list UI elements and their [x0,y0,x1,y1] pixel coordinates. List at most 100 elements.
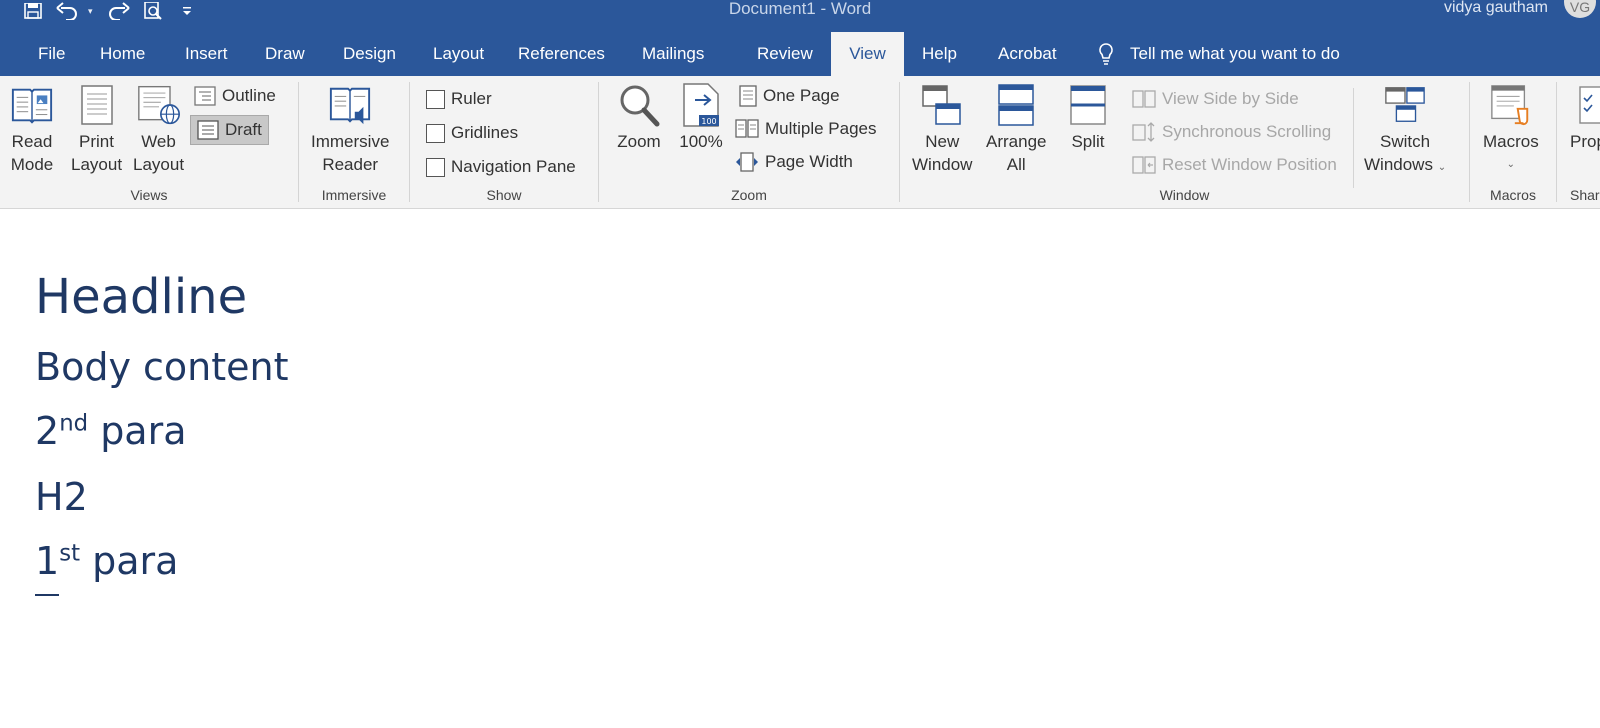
chevron-down-icon: ⌄ [1506,159,1516,170]
page-width-icon [736,152,758,172]
switch-windows-button[interactable]: Switch Windows ⌄ [1364,82,1446,179]
title-bar: ▾ Document1 - Word vidya gautham VG [0,0,1600,30]
doc-h2[interactable]: H2 [35,474,88,520]
one-page-icon [739,85,757,107]
navigation-pane-checkbox-box[interactable] [426,157,445,177]
macros-group: Macros ⌄ Macros [1470,76,1556,209]
tab-home[interactable]: Home [84,32,161,76]
sharepoint-group-partial: Prop Shar [1557,76,1600,209]
one-page-button[interactable]: One Page [739,82,840,110]
autocorrect-underline[interactable] [35,594,59,596]
arrange-all-label-1: Arrange [986,132,1047,151]
zoom-group: Zoom 100 100% One Page Multiple Pages Pa… [599,76,899,209]
print-layout-label-2: Layout [71,155,123,174]
outline-icon [194,86,216,106]
switch-windows-label-1: Switch [1380,132,1431,151]
view-side-by-side-button[interactable]: View Side by Side [1132,85,1299,113]
document-canvas[interactable]: Headline Body content 2nd para H2 1st pa… [0,210,1600,728]
share-group-label: Shar [1570,187,1600,203]
tab-draw[interactable]: Draw [249,32,321,76]
zoom-100-button[interactable]: 100 100% [679,82,723,153]
web-layout-button[interactable]: Web Layout [133,82,184,176]
show-group-label: Show [486,187,522,203]
arrange-all-icon [994,82,1038,128]
view-side-by-side-icon [1132,90,1156,108]
tab-mailings[interactable]: Mailings [626,32,720,76]
properties-button[interactable]: Prop [1570,82,1600,153]
draft-label: Draft [225,120,262,139]
arrange-all-button[interactable]: Arrange All [986,82,1046,176]
doc-headline[interactable]: Headline [35,268,247,326]
split-label: Split [1071,132,1105,151]
page-width-button[interactable]: Page Width [735,148,853,176]
para-1-superscript: st [59,540,81,567]
print-layout-icon [75,82,119,128]
views-group: Read Mode Print Layout Web Layout Outlin… [0,76,298,209]
read-mode-button[interactable]: Read Mode [10,82,54,176]
window-group-label: Window [1159,187,1210,203]
new-window-button[interactable]: New Window [912,82,972,176]
navigation-pane-checkbox[interactable]: Navigation Pane [426,153,576,181]
word-window: ▾ Document1 - Word vidya gautham VG File… [0,0,1600,728]
ruler-label: Ruler [451,89,492,108]
window-group: New Window Arrange All Split View Side b… [900,76,1469,209]
macros-icon [1489,82,1533,128]
tab-acrobat[interactable]: Acrobat [982,32,1073,76]
tab-file[interactable]: File [22,32,81,76]
gridlines-checkbox[interactable]: Gridlines [426,119,518,147]
reset-window-position-label: Reset Window Position [1162,155,1337,174]
split-icon [1066,82,1110,128]
zoom-group-label: Zoom [731,187,767,203]
split-button[interactable]: Split [1066,82,1110,153]
outline-button[interactable]: Outline [194,82,276,110]
zoom-100-label: 100% [679,132,723,151]
print-layout-button[interactable]: Print Layout [71,82,122,176]
para-2-superscript: nd [59,410,89,437]
gridlines-checkbox-box[interactable] [426,123,445,143]
ribbon-tabs: File Home Insert Draw Design Layout Refe… [0,30,1600,76]
ribbon: Read Mode Print Layout Web Layout Outlin… [0,76,1600,209]
immersive-reader-button[interactable]: Immersive Reader [311,82,389,176]
tab-layout[interactable]: Layout [417,32,500,76]
arrange-all-label-2: All [1006,155,1026,174]
show-group: Ruler Gridlines Navigation Pane Show [410,76,598,209]
new-window-label-1: New [925,132,960,151]
subgroup-divider [1353,88,1354,188]
zoom-100-badge: 100 [701,117,716,126]
synchronous-scrolling-icon [1132,122,1155,142]
switch-windows-label-2: Windows [1364,155,1433,174]
properties-icon [1570,82,1600,128]
user-name[interactable]: vidya gautham [1444,0,1548,16]
tab-references[interactable]: References [502,32,621,76]
synchronous-scrolling-label: Synchronous Scrolling [1162,122,1332,141]
navigation-pane-label: Navigation Pane [451,157,576,176]
zoom-button[interactable]: Zoom [617,82,661,153]
read-mode-label-2: Mode [10,155,54,174]
draft-button[interactable]: Draft [190,115,269,145]
tab-insert[interactable]: Insert [169,32,244,76]
para-1-text: para [80,539,179,583]
synchronous-scrolling-button[interactable]: Synchronous Scrolling [1132,118,1331,146]
tab-view[interactable]: View [831,32,904,76]
immersive-reader-icon [328,82,372,128]
tab-help[interactable]: Help [906,32,973,76]
multiple-pages-button[interactable]: Multiple Pages [735,115,877,143]
zoom-label: Zoom [617,132,661,151]
macros-button[interactable]: Macros ⌄ [1483,82,1539,176]
reset-window-position-button[interactable]: Reset Window Position [1132,151,1337,179]
doc-para-2[interactable]: 2nd para [35,408,187,454]
switch-windows-label-2-wrap: Windows ⌄ [1364,153,1446,179]
immersive-reader-label-2: Reader [322,155,379,174]
outline-label: Outline [222,86,276,105]
macros-group-label: Macros [1490,187,1536,203]
ruler-checkbox-box[interactable] [426,89,445,109]
tell-me-search[interactable]: Tell me what you want to do [1098,32,1340,76]
doc-body-content[interactable]: Body content [35,344,289,390]
doc-para-1[interactable]: 1st para [35,538,178,584]
ruler-checkbox[interactable]: Ruler [426,85,492,113]
tab-review[interactable]: Review [741,32,829,76]
tab-design[interactable]: Design [327,32,412,76]
properties-label: Prop [1570,132,1600,151]
switch-windows-icon [1383,82,1427,128]
para-2-number: 2 [35,409,60,453]
